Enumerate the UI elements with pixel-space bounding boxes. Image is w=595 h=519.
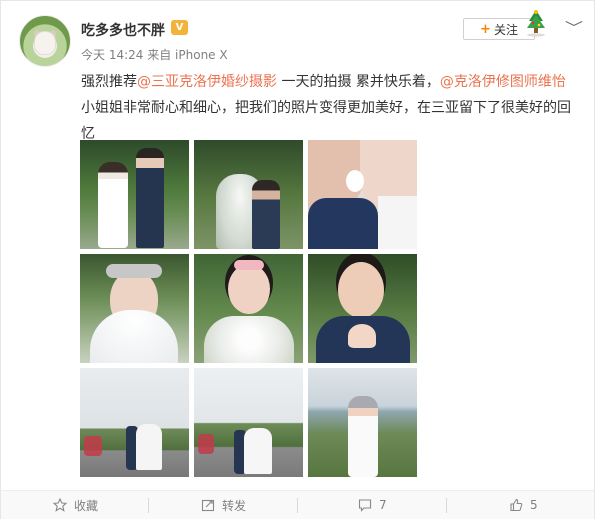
photo-thumbnail[interactable] xyxy=(308,368,417,477)
mention-link[interactable]: @三亚克洛伊婚纱摄影 xyxy=(137,74,277,90)
photo-thumbnail[interactable] xyxy=(80,254,189,363)
like-count: 5 xyxy=(530,498,538,512)
post-source: 来自 iPhone X xyxy=(147,48,228,62)
weibo-post-card: 吃多多也不胖 V 今天 14:24 来自 iPhone X + 关注 ﹀ 强烈推… xyxy=(0,0,595,519)
favorite-button[interactable]: 收藏 xyxy=(53,491,98,519)
comment-count: 7 xyxy=(379,498,387,512)
user-avatar[interactable] xyxy=(19,15,71,67)
vip-badge-icon[interactable]: V xyxy=(171,20,188,35)
photo-thumbnail[interactable] xyxy=(194,140,303,249)
follow-label: 关注 xyxy=(493,22,518,37)
photo-thumbnail[interactable] xyxy=(80,140,189,249)
photo-thumbnail[interactable] xyxy=(194,254,303,363)
divider xyxy=(446,498,447,513)
repost-label: 转发 xyxy=(222,498,247,513)
username-link[interactable]: 吃多多也不胖 xyxy=(81,20,165,40)
post-text-part: 小姐姐非常耐心和细心，把我们的照片变得更加美好，在三亚留下了很美好的回忆 xyxy=(81,100,571,142)
repost-button[interactable]: 转发 xyxy=(201,491,246,519)
photo-thumbnail[interactable] xyxy=(308,254,417,363)
star-icon xyxy=(53,498,67,512)
chevron-down-icon[interactable]: ﹀ xyxy=(565,18,583,38)
divider xyxy=(297,498,298,513)
photo-thumbnail[interactable] xyxy=(308,140,417,249)
post-text-part: 强烈推荐 xyxy=(81,74,137,90)
divider xyxy=(148,498,149,513)
repost-icon xyxy=(201,499,215,512)
christmas-tree-icon xyxy=(527,10,545,37)
comment-icon xyxy=(358,499,372,512)
post-text-part: 一天的拍摄 累并快乐着， xyxy=(277,74,440,90)
post-time-link[interactable]: 今天 14:24 xyxy=(81,48,143,62)
photo-thumbnail[interactable] xyxy=(80,368,189,477)
action-bar: 收藏 转发 7 5 xyxy=(1,490,594,519)
thumbs-up-icon xyxy=(510,498,523,512)
comment-button[interactable]: 7 xyxy=(358,491,387,519)
post-meta: 今天 14:24 来自 iPhone X xyxy=(81,46,228,63)
favorite-label: 收藏 xyxy=(74,498,99,513)
mention-link[interactable]: @克洛伊修图师维怡 xyxy=(440,74,566,90)
photo-thumbnail[interactable] xyxy=(194,368,303,477)
like-button[interactable]: 5 xyxy=(509,491,538,519)
plus-icon: + xyxy=(480,21,491,37)
post-text: 强烈推荐@三亚克洛伊婚纱摄影 一天的拍摄 累并快乐着，@克洛伊修图师维怡 小姐姐… xyxy=(81,69,571,147)
